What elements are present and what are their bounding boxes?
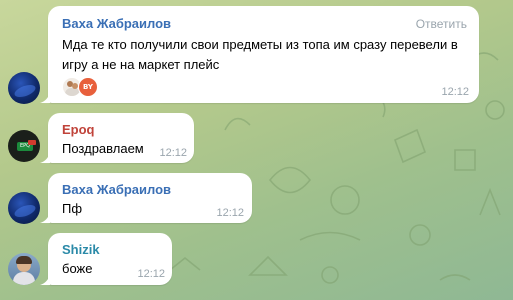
sender-name[interactable]: Ваха Жабраилов (62, 182, 171, 197)
message-text-line-1: Мда те кто получили свои предметы из топ… (62, 37, 458, 52)
sender-name[interactable]: Epoq (62, 122, 95, 137)
message-text-line-2: игру а не на маркет плейс (62, 57, 220, 72)
message-bubble[interactable]: Ваха Жабраилов Ответить Мда те кто получ… (48, 6, 479, 103)
reply-button[interactable]: Ответить (416, 17, 467, 31)
message-time: 12:12 (441, 86, 469, 98)
message-bubble[interactable]: Shizik боже 12:12 (48, 233, 172, 285)
message-text: Пф (62, 201, 83, 216)
message-text: боже (62, 261, 93, 276)
avatar-vakha[interactable] (8, 192, 40, 224)
reactions-row[interactable]: BY (62, 77, 98, 97)
avatar-shizik[interactable] (8, 253, 40, 285)
bubble-tail (40, 275, 50, 285)
bubble-tail (40, 93, 50, 103)
message-text: Поздравлаем (62, 141, 144, 156)
message-bubble[interactable]: Ваха Жабраилов Пф 12:12 (48, 173, 252, 223)
sender-name[interactable]: Ваха Жабраилов (62, 16, 171, 31)
bubble-tail (40, 213, 50, 223)
avatar-epoq[interactable]: EPQ (8, 130, 40, 162)
avatar-vakha[interactable] (8, 72, 40, 104)
message-bubble[interactable]: Epoq Поздравлаем 12:12 (48, 113, 194, 163)
reaction-avatar-badge[interactable]: BY (78, 77, 98, 97)
bubble-tail (40, 153, 50, 163)
message-time: 12:12 (216, 207, 244, 219)
sender-name[interactable]: Shizik (62, 242, 100, 257)
message-time: 12:12 (137, 268, 165, 280)
message-time: 12:12 (159, 147, 187, 159)
